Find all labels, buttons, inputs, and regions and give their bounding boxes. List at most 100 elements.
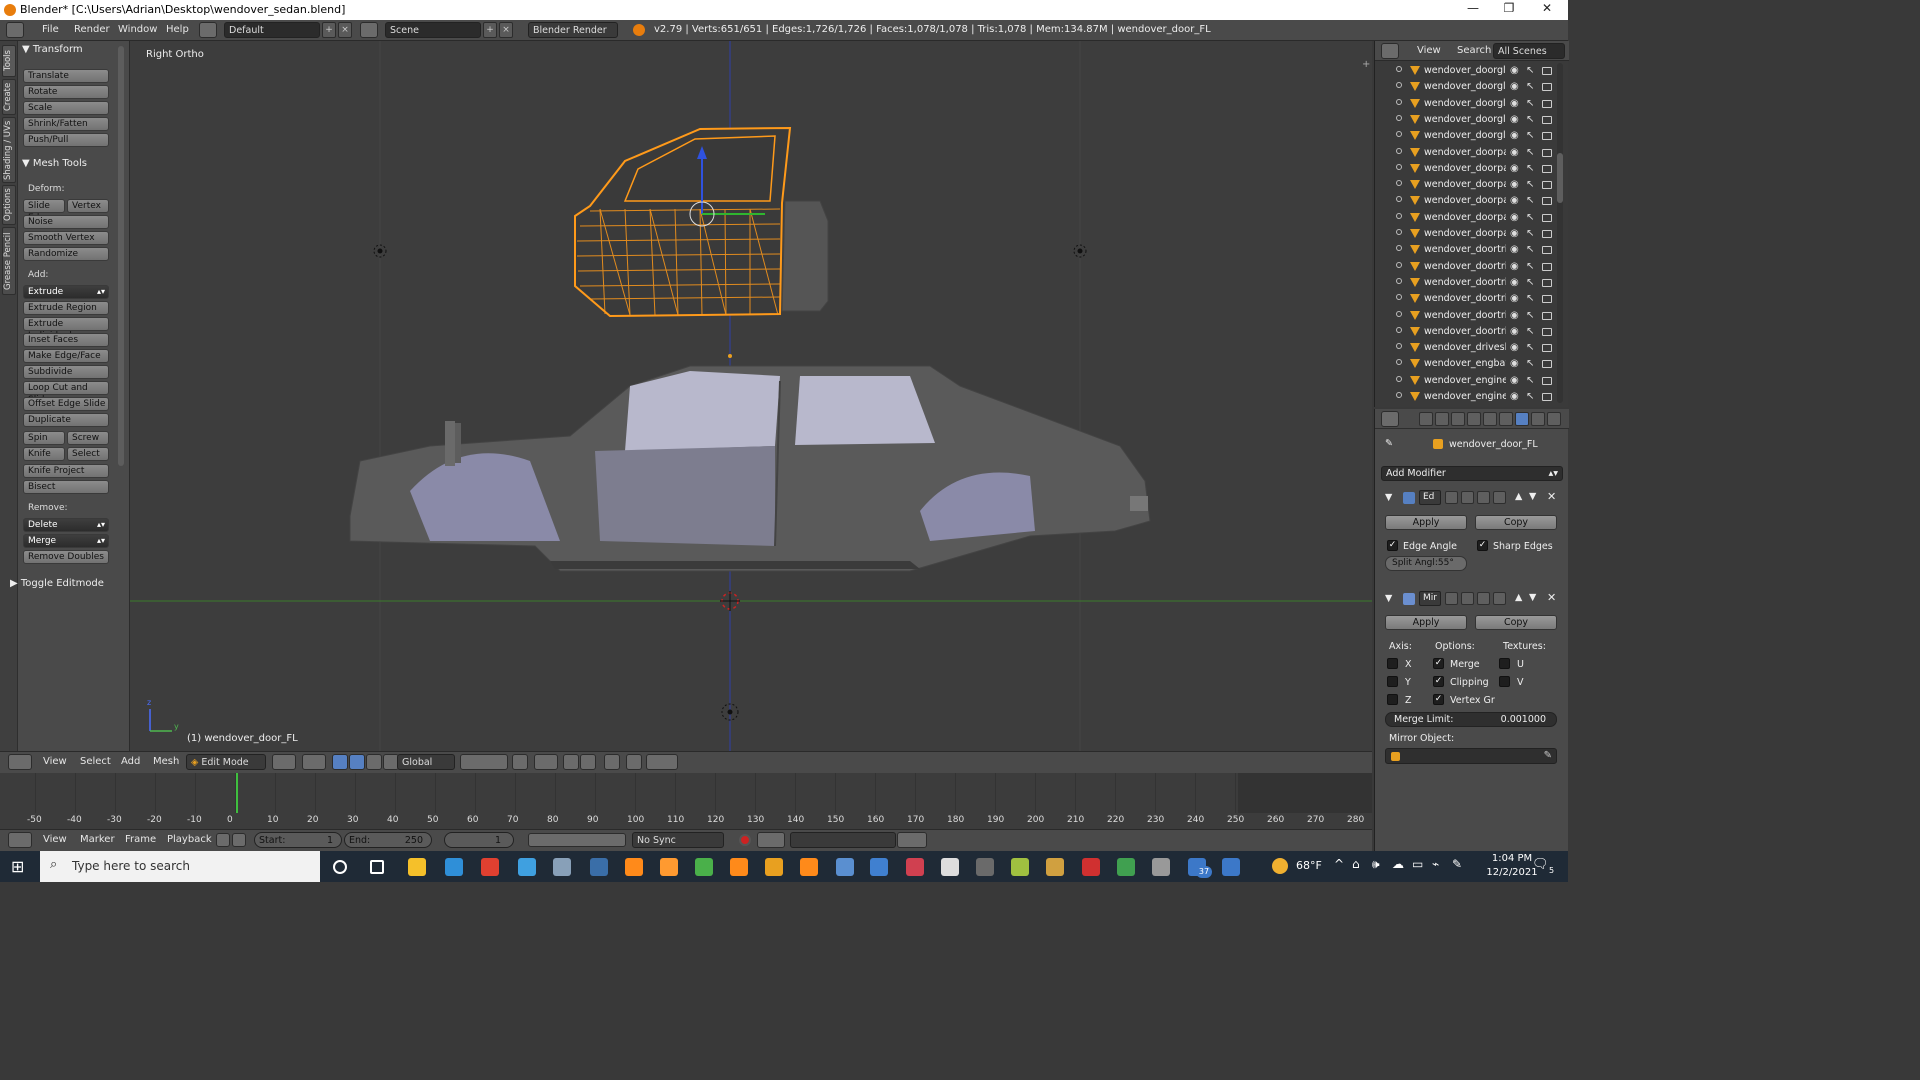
mod1-move-up-icon[interactable]: ▲: [1515, 491, 1522, 502]
expand-dot-icon[interactable]: [1396, 310, 1402, 317]
renderability-camera-icon[interactable]: [1542, 148, 1552, 157]
visibility-eye-icon[interactable]: ◉: [1510, 342, 1519, 353]
app-icon[interactable]: [1046, 858, 1064, 876]
expand-dot-icon[interactable]: [1396, 359, 1402, 366]
blender-app-icon[interactable]: [800, 858, 818, 876]
tab-options[interactable]: Options: [2, 185, 16, 225]
timeline-view-menu[interactable]: View: [43, 834, 67, 845]
knife-button[interactable]: Knife: [23, 447, 65, 461]
menu-file[interactable]: File: [42, 24, 59, 35]
expand-dot-icon[interactable]: [1396, 294, 1402, 301]
extrude-dropdown[interactable]: Extrude ▴▾: [23, 285, 109, 299]
vertex-select-icon[interactable]: [534, 754, 558, 770]
spin-button[interactable]: Spin: [23, 431, 65, 445]
visibility-eye-icon[interactable]: ◉: [1510, 244, 1519, 255]
7zip-icon[interactable]: [1152, 858, 1170, 876]
weather-temp[interactable]: 68°F: [1296, 859, 1322, 872]
selectability-cursor-icon[interactable]: ↖: [1526, 228, 1534, 239]
mod2-remove-icon[interactable]: ✕: [1547, 591, 1556, 604]
knife-project-button[interactable]: Knife Project: [23, 464, 109, 478]
inset-faces-button[interactable]: Inset Faces: [23, 333, 109, 347]
blender-app-icon[interactable]: [730, 858, 748, 876]
extrude-individual-button[interactable]: Extrude Individual: [23, 317, 109, 341]
menu-help[interactable]: Help: [166, 24, 189, 35]
outliner-editor-type-icon[interactable]: [1381, 43, 1399, 59]
cortana-icon[interactable]: [333, 860, 347, 874]
rotate-manipulator-icon[interactable]: [366, 754, 382, 770]
mod2-viewport-toggle-icon[interactable]: [1461, 592, 1474, 605]
merge-limit-field[interactable]: Merge Limit: 0.001000: [1385, 712, 1557, 727]
split-angle-field[interactable]: Split Angl:55°: [1385, 556, 1467, 571]
pin-icon[interactable]: ✎: [1385, 438, 1393, 449]
mod1-collapse-icon[interactable]: ▼: [1385, 492, 1392, 503]
mod1-cage-toggle-icon[interactable]: [1493, 491, 1506, 504]
expand-dot-icon[interactable]: [1396, 131, 1402, 138]
timeline-editor-type-icon[interactable]: [8, 832, 32, 848]
app-icon[interactable]: [553, 858, 571, 876]
object-tab-icon[interactable]: [1483, 412, 1497, 426]
expand-dot-icon[interactable]: [1396, 229, 1402, 235]
shrink-fatten-button[interactable]: Shrink/Fatten: [23, 117, 109, 131]
current-frame-indicator[interactable]: [236, 773, 238, 813]
expand-dot-icon[interactable]: [1396, 82, 1402, 89]
render-engine-dropdown[interactable]: Blender Render: [528, 22, 618, 38]
mod1-editmode-toggle-icon[interactable]: [1477, 491, 1490, 504]
renderability-camera-icon[interactable]: [1542, 99, 1552, 108]
material-tab-icon[interactable]: [1547, 412, 1561, 426]
translate-button[interactable]: Translate: [23, 69, 109, 83]
keying-icon[interactable]: [757, 832, 785, 848]
mod2-move-up-icon[interactable]: ▲: [1515, 592, 1522, 603]
extrude-region-button[interactable]: Extrude Region: [23, 301, 109, 315]
rotate-button[interactable]: Rotate: [23, 85, 109, 99]
menu-window[interactable]: Window: [118, 24, 157, 35]
expand-dot-icon[interactable]: [1396, 147, 1402, 154]
outliner-row[interactable]: wendover_engine_i6 ◉ ↖: [1374, 389, 1556, 405]
world-tab-icon[interactable]: [1467, 412, 1481, 426]
menu-render[interactable]: Render: [74, 24, 110, 35]
file-explorer-icon[interactable]: [408, 858, 426, 876]
expand-dot-icon[interactable]: [1396, 114, 1402, 121]
pen-icon[interactable]: ✎: [1452, 857, 1462, 871]
texture-u-checkbox[interactable]: [1499, 658, 1510, 669]
renderability-camera-icon[interactable]: [1542, 278, 1552, 287]
visibility-eye-icon[interactable]: ◉: [1510, 130, 1519, 141]
make-edge-face-button[interactable]: Make Edge/Face: [23, 349, 109, 363]
battery-icon[interactable]: ▭: [1412, 857, 1423, 871]
blender-app-icon[interactable]: [660, 858, 678, 876]
selectability-cursor-icon[interactable]: ↖: [1526, 310, 1534, 321]
pivot-point-icon[interactable]: [302, 754, 326, 770]
knife-select-button[interactable]: Select: [67, 447, 109, 461]
visibility-eye-icon[interactable]: ◉: [1510, 163, 1519, 174]
record-icon[interactable]: [739, 834, 751, 846]
expand-dot-icon[interactable]: [1396, 212, 1402, 219]
minimize-button[interactable]: —: [1458, 1, 1488, 15]
outliner-row[interactable]: wendover_doorglass ◉ ↖: [1374, 96, 1556, 112]
visibility-eye-icon[interactable]: ◉: [1510, 375, 1519, 386]
weather-icon[interactable]: [1272, 858, 1288, 874]
renderability-camera-icon[interactable]: [1542, 164, 1552, 173]
select-menu[interactable]: Select: [80, 756, 111, 767]
app-icon[interactable]: [765, 858, 783, 876]
visibility-eye-icon[interactable]: ◉: [1510, 391, 1519, 402]
manipulator-toggle-icon[interactable]: [332, 754, 348, 770]
selectability-cursor-icon[interactable]: ↖: [1526, 261, 1534, 272]
renderability-camera-icon[interactable]: [1542, 376, 1552, 385]
app-icon[interactable]: [1222, 858, 1240, 876]
outliner-scroll-thumb[interactable]: [1557, 153, 1563, 203]
push-pull-button[interactable]: Push/Pull: [23, 133, 109, 147]
visibility-eye-icon[interactable]: ◉: [1510, 326, 1519, 337]
selectability-cursor-icon[interactable]: ↖: [1526, 81, 1534, 92]
renderability-camera-icon[interactable]: [1542, 83, 1552, 92]
delete-dropdown[interactable]: Delete ▴▾: [23, 518, 109, 532]
scale-button[interactable]: Scale: [23, 101, 109, 115]
mod1-apply-button[interactable]: Apply: [1385, 515, 1467, 530]
outliner-row[interactable]: wendover_doorglass ◉ ↖: [1374, 79, 1556, 95]
renderability-camera-icon[interactable]: [1542, 344, 1552, 353]
layout-remove-button[interactable]: ×: [338, 22, 352, 38]
add-menu[interactable]: Add: [121, 756, 140, 767]
renderability-camera-icon[interactable]: [1542, 327, 1552, 336]
app-icon[interactable]: [590, 858, 608, 876]
mod1-name-field[interactable]: Ed: [1419, 490, 1441, 505]
timeline[interactable]: -50 -40 -30 -20 -10 0 10 20 30 40 50 60 70 80 90 100 110…: [0, 773, 1372, 829]
mod2-editmode-toggle-icon[interactable]: [1477, 592, 1490, 605]
